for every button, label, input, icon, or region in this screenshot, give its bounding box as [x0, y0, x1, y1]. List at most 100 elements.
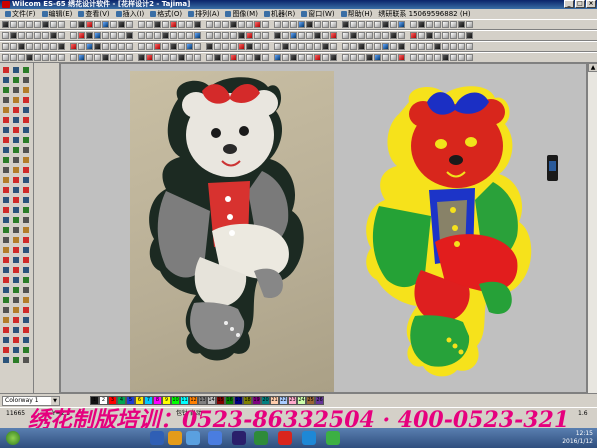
toolbar-button[interactable] — [2, 32, 9, 39]
toolbar-button[interactable] — [58, 32, 65, 39]
taskbar-app-excel-icon[interactable] — [254, 431, 268, 445]
digitizing-tool-icon[interactable] — [2, 246, 10, 254]
toolbar-button[interactable] — [94, 21, 101, 28]
toolbar-button[interactable] — [390, 54, 397, 61]
menu-view[interactable]: 查看(V) — [75, 9, 112, 19]
taskbar-app-browser-icon[interactable] — [150, 431, 164, 445]
toolbar-button[interactable] — [466, 32, 473, 39]
toolbar-button[interactable] — [50, 21, 57, 28]
scroll-up-icon[interactable]: ▲ — [588, 63, 597, 72]
digitizing-tool-icon[interactable] — [22, 126, 30, 134]
toolbar-button[interactable] — [314, 21, 321, 28]
toolbar-button[interactable] — [358, 32, 365, 39]
toolbar-button[interactable] — [382, 43, 389, 50]
toolbar-button[interactable] — [194, 21, 201, 28]
toolbar-button[interactable] — [410, 54, 417, 61]
toolbar-button[interactable] — [426, 43, 433, 50]
toolbar-button[interactable] — [418, 43, 425, 50]
toolbar-button[interactable] — [186, 21, 193, 28]
toolbar-button[interactable] — [358, 21, 365, 28]
digitizing-tool-icon[interactable] — [12, 176, 20, 184]
toolbar-button[interactable] — [118, 32, 125, 39]
toolbar-button[interactable] — [434, 21, 441, 28]
toolbar-button[interactable] — [298, 32, 305, 39]
digitizing-tool-icon[interactable] — [22, 306, 30, 314]
toolbar-button[interactable] — [398, 32, 405, 39]
toolbar-button[interactable] — [178, 43, 185, 50]
toolbar-button[interactable] — [330, 32, 337, 39]
toolbar-button[interactable] — [42, 54, 49, 61]
toolbar-button[interactable] — [450, 21, 457, 28]
toolbar-button[interactable] — [246, 43, 253, 50]
digitizing-tool-icon[interactable] — [22, 346, 30, 354]
toolbar-button[interactable] — [34, 21, 41, 28]
toolbar-button[interactable] — [374, 54, 381, 61]
digitizing-tool-icon[interactable] — [2, 156, 10, 164]
digitizing-tool-icon[interactable] — [22, 186, 30, 194]
taskbar-app-mail-icon[interactable] — [186, 431, 200, 445]
toolbar-button[interactable] — [450, 43, 457, 50]
digitizing-tool-icon[interactable] — [2, 276, 10, 284]
digitizing-tool-icon[interactable] — [12, 226, 20, 234]
toolbar-button[interactable] — [254, 32, 261, 39]
toolbar-button[interactable] — [110, 32, 117, 39]
toolbar-button[interactable] — [322, 32, 329, 39]
toolbar-button[interactable] — [230, 21, 237, 28]
digitizing-tool-icon[interactable] — [2, 306, 10, 314]
toolbar-button[interactable] — [154, 43, 161, 50]
toolbar-button[interactable] — [246, 54, 253, 61]
toolbar-button[interactable] — [178, 21, 185, 28]
toolbar-button[interactable] — [350, 54, 357, 61]
toolbar-button[interactable] — [390, 21, 397, 28]
toolbar-button[interactable] — [10, 32, 17, 39]
toolbar-button[interactable] — [18, 54, 25, 61]
toolbar-button[interactable] — [186, 54, 193, 61]
toolbar-button[interactable] — [350, 32, 357, 39]
toolbar-button[interactable] — [126, 21, 133, 28]
digitizing-tool-icon[interactable] — [12, 346, 20, 354]
toolbar-button[interactable] — [26, 43, 33, 50]
digitizing-tool-icon[interactable] — [12, 336, 20, 344]
toolbar-button[interactable] — [10, 21, 17, 28]
toolbar-button[interactable] — [194, 43, 201, 50]
toolbar-button[interactable] — [442, 32, 449, 39]
digitizing-tool-icon[interactable] — [22, 326, 30, 334]
toolbar-button[interactable] — [466, 43, 473, 50]
toolbar-button[interactable] — [214, 32, 221, 39]
toolbar-button[interactable] — [274, 43, 281, 50]
toolbar-button[interactable] — [50, 43, 57, 50]
toolbar-button[interactable] — [10, 54, 17, 61]
toolbar-button[interactable] — [254, 54, 261, 61]
toolbar-button[interactable] — [102, 54, 109, 61]
close-button[interactable]: × — [586, 0, 596, 8]
toolbar-button[interactable] — [146, 32, 153, 39]
digitizing-tool-icon[interactable] — [12, 116, 20, 124]
digitizing-tool-icon[interactable] — [2, 226, 10, 234]
toolbar-button[interactable] — [86, 43, 93, 50]
digitizing-tool-icon[interactable] — [12, 106, 20, 114]
toolbar-button[interactable] — [442, 54, 449, 61]
toolbar-button[interactable] — [222, 43, 229, 50]
toolbar-button[interactable] — [366, 43, 373, 50]
toolbar-button[interactable] — [70, 54, 77, 61]
digitizing-tool-icon[interactable] — [12, 216, 20, 224]
toolbar-button[interactable] — [126, 43, 133, 50]
taskbar-app-word-icon[interactable] — [302, 431, 316, 445]
digitizing-tool-icon[interactable] — [2, 146, 10, 154]
menu-image[interactable]: 图像(M) — [222, 9, 261, 19]
digitizing-tool-icon[interactable] — [22, 246, 30, 254]
toolbar-button[interactable] — [18, 21, 25, 28]
toolbar-button[interactable] — [238, 54, 245, 61]
toolbar-button[interactable] — [290, 54, 297, 61]
digitizing-tool-icon[interactable] — [22, 166, 30, 174]
toolbar-button[interactable] — [306, 54, 313, 61]
digitizing-tool-icon[interactable] — [22, 356, 30, 364]
digitizing-tool-icon[interactable] — [22, 116, 30, 124]
toolbar-button[interactable] — [118, 21, 125, 28]
digitizing-tool-icon[interactable] — [2, 66, 10, 74]
toolbar-button[interactable] — [162, 54, 169, 61]
toolbar-button[interactable] — [262, 32, 269, 39]
toolbar-button[interactable] — [10, 43, 17, 50]
digitizing-tool-icon[interactable] — [2, 96, 10, 104]
toolbar-button[interactable] — [390, 43, 397, 50]
